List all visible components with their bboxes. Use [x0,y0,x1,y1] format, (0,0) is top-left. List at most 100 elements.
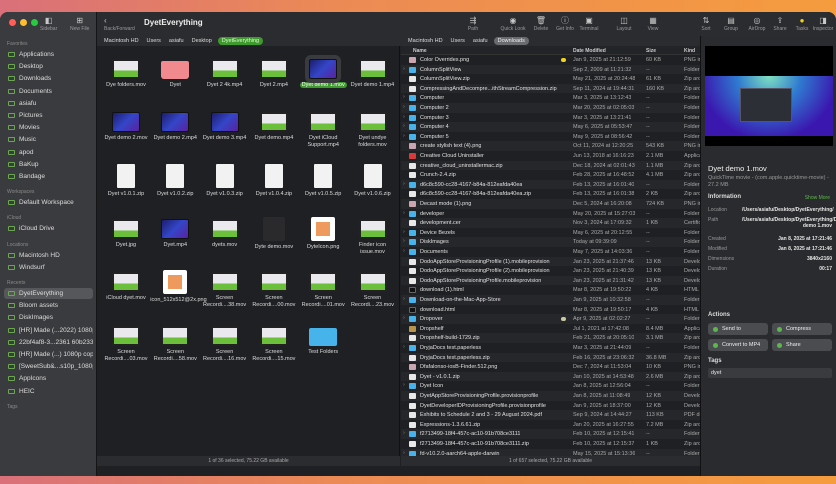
disclosure-triangle-icon[interactable]: › [403,104,405,110]
table-row[interactable]: › developer May 20, 2025 at 15:27:03 -- Fold… [401,209,700,219]
grid-item[interactable]: Dyet v1.0.4.zip [249,163,299,198]
sidebar-item-diskimages[interactable]: DiskImages [4,312,93,323]
disclosure-triangle-icon[interactable]: › [403,123,405,129]
table-row[interactable]: › d6c8c590-cc28-4167-b84a-812eafda40ea Feb… [401,179,700,190]
table-row[interactable]: › f2713499-18f4-457c-ac10-91b708ce3111 Feb… [401,429,700,439]
table-row[interactable]: › Computer 3 Mar 3, 2025 at 13:21:41 -- Fold… [401,113,700,123]
sidebar-item-downloads[interactable]: Downloads [4,73,93,84]
disclosure-triangle-icon[interactable]: › [403,315,405,321]
grid-item[interactable]: Finder icon issue.mov [348,218,398,256]
table-row[interactable]: › Computer 5 May 9, 2025 at 08:56:42 -- Fold… [401,132,700,142]
tag-field[interactable]: dyet [708,368,832,378]
column-kind[interactable]: Kind [684,48,695,54]
column-name[interactable]: Name [413,48,427,54]
sidebar-item-music[interactable]: Music [4,134,93,145]
table-row[interactable]: › fd-v10.2.0-aarch64-apple-darwin May 15, … [401,448,700,456]
disclosure-triangle-icon[interactable]: › [403,114,405,120]
sidebar-item-desktop[interactable]: Desktop [4,61,93,72]
table-row[interactable]: download.html Mar 8, 2025 at 19:50:17 4 KB… [401,305,700,315]
zoom-button[interactable] [31,19,38,26]
sidebar-item-appicons[interactable]: AppIcons [4,373,93,384]
table-row[interactable]: Decast mode (1).png Dec 5, 2024 at 16:20:… [401,199,700,209]
table-row[interactable]: › DryjaDocs test.paperless Mar 3, 2025 at … [401,343,700,353]
grid-item[interactable]: Screen Recordi....15.mov [249,325,299,363]
video-preview[interactable] [705,46,833,146]
grid-item[interactable]: Dyet iCloud Support.mp4 [298,112,348,149]
grid-item[interactable]: Dyte demo.mov [249,216,299,251]
grid-item[interactable]: Dyet v1.0.2.zip [150,163,200,198]
disclosure-triangle-icon[interactable]: › [403,296,405,302]
table-row[interactable]: › Dropover Apr 9, 2025 at 02:02:27 -- Folder [401,314,700,324]
breadcrumb-item-macintosh-hd[interactable]: Macintosh HD [102,37,141,45]
grid-item[interactable]: Dyet v1.0.3.zip [200,163,250,198]
table-row[interactable]: DyetAppStoreProvisioningProfile.provisio… [401,391,700,401]
sidebar-item-bandage[interactable]: Bandage [4,171,93,182]
inspector-button[interactable]: ◨ Inspector [809,16,836,32]
sidebar-item-bakup[interactable]: BaKup [4,159,93,170]
table-row[interactable]: Expressions-1.3.6.61.zip Jan 20, 2025 at … [401,420,700,430]
table-row[interactable]: DodoAppStoreProvisioningProfile (1).mobi… [401,256,700,267]
sidebar-item-documents[interactable]: Documents [4,86,93,97]
table-row[interactable]: › ColumnSplitView Sep 2, 2009 at 11:21:32 -… [401,64,700,75]
new-file-button[interactable]: ⊞ New File [70,16,89,32]
back-forward-button[interactable]: ‹ Back/Forward [104,16,135,32]
breadcrumb-item-users[interactable]: Users [449,37,467,45]
grid-item[interactable]: Screen Recordi....16.mov [200,325,250,363]
sidebar-item-hr-made-1080p-copy[interactable]: [HR] Made (...) 1080p copy [4,349,93,360]
grid-item[interactable]: Dyet demo 1.mp4 [348,59,398,89]
grid-item[interactable]: Dyet demo 1.mov [298,55,348,89]
table-row[interactable]: f2713499-18f4-457c-ac10-91b708ce3111.zip… [401,439,700,449]
grid-item[interactable]: Dye folders.mov [101,59,151,89]
sidebar-item-asiafu[interactable]: asiafu [4,98,93,109]
grid-item[interactable]: Screen Recordi....01.mov [298,272,348,309]
table-row[interactable]: Exhibits to Schedule 2 and 3 - 29 August… [401,410,700,420]
tag-chip[interactable]: dyet [711,370,721,376]
table-row[interactable]: › DiskImages Today at 09:39:09 -- Folder [401,237,700,247]
table-row[interactable]: Dyet - v1.0.1.zip Jan 10, 2025 at 14:53:4… [401,371,700,382]
sidebar-item-apod[interactable]: apod [4,147,93,158]
layout-button[interactable]: ◫ Layout [610,16,638,32]
sidebar-item-22bf4af8-3-2361-60b233[interactable]: 22bf4af8-3...2361 60b233 [4,337,93,348]
quick-look-button[interactable]: ◉ Quick Look [499,16,527,32]
table-row[interactable]: › Dyet Icon Jan 8, 2025 at 12:56:04 -- Folde… [401,381,700,391]
table-row[interactable]: creative_cloud_uninstallermac.zip Dec 18,… [401,160,700,171]
sort-button[interactable]: ⇅ Sort [692,16,720,32]
table-row[interactable]: ColumnSplitView.zip May 21, 2025 at 20:24… [401,74,700,84]
breadcrumb-item-dyeteverything[interactable]: DyetEverything [217,37,264,45]
view-button[interactable]: ▦ View [639,16,667,32]
show-more-link[interactable]: Show More [805,195,830,201]
disclosure-triangle-icon[interactable]: › [403,430,405,436]
grid-item[interactable]: Dyet demo.mp4 [249,112,299,142]
sidebar-item-dyeteverything[interactable]: DyetEverything [4,288,93,299]
table-row[interactable]: DodoAppStoreProvisioningProfile.mobilepr… [401,275,700,286]
convert-to-mp4-button[interactable]: Convert to MP4 [708,339,768,351]
table-row[interactable]: › Documents May 7, 2025 at 14:03:36 -- Folde… [401,247,700,257]
grid-item[interactable]: Dyet demo 3.mp4 [200,112,250,142]
table-row[interactable]: Dropshelf Jul 1, 2021 at 17:42:08 8.4 MB Ap… [401,324,700,334]
disclosure-triangle-icon[interactable]: › [403,248,405,254]
grid-item[interactable]: iCloud dyet.mov [101,272,151,302]
grid-item[interactable]: Dyet.mp4 [150,218,200,249]
sidebar-item-macintosh-hd[interactable]: Macintosh HD [4,250,93,261]
table-row[interactable]: › Device Bezels May 6, 2025 at 20:12:55 -- F… [401,228,700,238]
disclosure-triangle-icon[interactable]: › [403,450,405,456]
grid-item[interactable]: Screen Recordi....03.mov [101,325,151,363]
sidebar-item-icloud-drive[interactable]: iCloud Drive [4,223,93,234]
grid-item[interactable]: Dyet v1.0.5.zip [298,163,348,198]
disclosure-triangle-icon[interactable]: › [403,133,405,139]
grid-item[interactable]: Dyet v1.0.1.zip [101,163,151,198]
minimize-button[interactable] [20,19,27,26]
disclosure-triangle-icon[interactable]: › [403,94,405,100]
grid-item[interactable]: Screen Recordi....23.mov [348,272,398,309]
grid-item[interactable]: Dyet 2.mp4 [249,59,299,89]
grid-item[interactable]: Dyet demo 2.mov [101,112,151,142]
table-row[interactable]: › Computer 2 Mar 20, 2025 at 02:05:03 -- Fol… [401,103,700,113]
send-to-button[interactable]: Send to [708,323,768,335]
table-row[interactable]: Dropshelf-build-1729.zip Feb 21, 2025 at … [401,333,700,343]
table-row[interactable]: Dfafalonso-iosB-Finder.512.png Dec 7, 202… [401,362,700,372]
disclosure-triangle-icon[interactable]: › [403,210,405,216]
table-row[interactable]: CompressingAndDecompre...ithStreamCompre… [401,83,700,94]
grid-item[interactable]: icon_512x512@2x.png [150,270,207,304]
sidebar-item-hr-made-2022-1080p[interactable]: [HR] Made (...2022) 1080p [4,325,93,336]
table-row[interactable]: download (1).html Mar 8, 2025 at 19:50:22… [401,285,700,295]
